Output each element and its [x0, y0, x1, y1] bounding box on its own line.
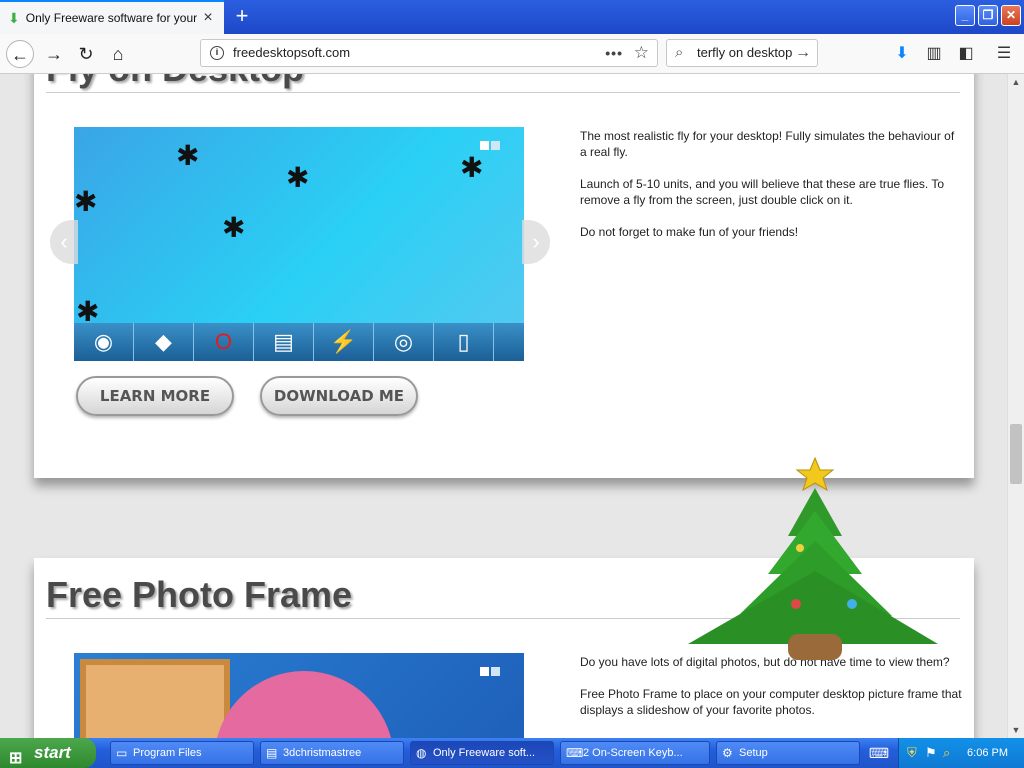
photo-frame-image — [214, 671, 394, 738]
keyboard-tray-icon[interactable]: ⌨ — [866, 738, 892, 768]
setup-icon: ⚙ — [722, 746, 733, 760]
system-tray: ⛨ ⚑ ⌕ 6:06 PM — [898, 738, 1024, 768]
security-shield-icon[interactable]: ⛨ — [907, 738, 917, 768]
reload-button[interactable]: ↻ — [72, 40, 100, 68]
taskbar-item-setup[interactable]: ⚙ Setup — [716, 741, 860, 765]
fly-icon: ✱ — [286, 162, 310, 193]
chrome-icon: ◎ — [374, 323, 434, 361]
url-bar[interactable]: i freedesktopsoft.com ••• ☆ — [200, 39, 658, 67]
fly-icon: ✱ — [74, 186, 98, 217]
tab-title: Only Freeware software for your — [25, 11, 198, 25]
search-tray-icon[interactable]: ⌕ — [943, 738, 950, 768]
batman-icon: ◆ — [134, 323, 194, 361]
taskbar-item-program-files[interactable]: ▭ Program Files — [110, 741, 254, 765]
close-tab-icon[interactable]: × — [200, 9, 216, 27]
network-icon[interactable]: ⚑ — [925, 738, 937, 768]
download-tab-icon: ⬇ — [8, 9, 20, 26]
search-icon: ⌕ — [675, 44, 684, 61]
opera-icon: O — [194, 323, 254, 361]
save-disk-icon: ▤ — [254, 323, 314, 361]
sidebar-icon[interactable]: ◧ — [954, 40, 978, 68]
maximize-button[interactable]: ❐ — [978, 5, 998, 26]
product-description: The most realistic fly for your desktop!… — [580, 128, 964, 256]
start-button[interactable]: ⊞ start — [0, 738, 96, 768]
browser-title-bar: ⬇ Only Freeware software for your × + _ … — [0, 0, 1024, 34]
demo-taskbar-icons: ◉ ◆ O ▤ ⚡ ◎ ▯ — [74, 323, 524, 361]
winamp-icon: ⚡ — [314, 323, 374, 361]
navigation-toolbar: ← → ↻ ⌂ i freedesktopsoft.com ••• ☆ ⌕ te… — [0, 34, 1024, 74]
info-icon[interactable]: i — [210, 46, 224, 60]
taskbar-item-3dchristmastree[interactable]: ▤ 3dchristmastree — [260, 741, 404, 765]
screenshot-slider[interactable] — [74, 653, 524, 738]
photo-frame-image — [80, 659, 230, 738]
new-tab-button[interactable]: + — [230, 4, 254, 30]
download-button[interactable]: DOWNLOAD ME — [260, 376, 418, 416]
keyboard-icon: ⌨ — [566, 746, 584, 760]
home-button[interactable]: ⌂ — [104, 40, 132, 68]
clock: 6:06 PM — [967, 747, 1008, 759]
fly-icon: ✱ — [460, 152, 484, 183]
product-card-fly: Fly on Desktop ✱ ✱ ✱ ✱ ✱ ✱ ◉ ◆ O ▤ ⚡ ◎ ▯… — [34, 74, 974, 478]
section-title: Free Photo Frame — [46, 574, 353, 615]
page-actions-icon[interactable]: ••• — [605, 40, 623, 66]
menu-icon[interactable]: ☰ — [992, 40, 1016, 68]
taskbar-item-label: Only Freeware soft... — [433, 747, 536, 759]
fly-icon: ✱ — [222, 212, 246, 243]
fly-icon: ✱ — [176, 140, 200, 171]
taskbar-item-label: 3dchristmastree — [283, 747, 362, 759]
minimize-button[interactable]: _ — [955, 5, 975, 26]
divider — [46, 92, 960, 93]
start-label: start — [34, 743, 71, 762]
close-window-button[interactable]: ✕ — [1001, 5, 1021, 26]
scroll-down-icon[interactable]: ▼ — [1008, 722, 1024, 738]
taskbar-item-browser[interactable]: ◍ Only Freeware soft... — [410, 741, 554, 765]
section-title: Fly on Desktop — [46, 74, 304, 90]
search-input[interactable]: terfly on desktop — [697, 45, 792, 60]
description-paragraph: Launch of 5-10 units, and you will belie… — [580, 177, 945, 207]
php-file-icon: ▯ — [434, 323, 494, 361]
screenshot-slider[interactable]: ✱ ✱ ✱ ✱ ✱ ✱ ◉ ◆ O ▤ ⚡ ◎ ▯ — [74, 127, 524, 361]
bookmark-star-icon[interactable]: ☆ — [634, 40, 649, 66]
archive-icon: ▤ — [266, 746, 278, 760]
folder-icon: ▭ — [116, 746, 128, 760]
windows-taskbar: ⊞ start ▭ Program Files ▤ 3dchristmastree ◍… — [0, 738, 1024, 768]
search-box[interactable]: ⌕ terfly on desktop → — [666, 39, 818, 67]
browser-tab[interactable]: ⬇ Only Freeware software for your × — [0, 0, 224, 34]
windows-flag-icon: ⊞ — [9, 750, 23, 767]
description-paragraph: The most realistic fly for your desktop!… — [580, 129, 955, 159]
taskbar-item-on-screen-keyboard[interactable]: ⌨ 2 On-Screen Keyb... — [560, 741, 710, 765]
description-paragraph: Free Photo Frame to place on your comput… — [580, 687, 962, 717]
description-paragraph: Do not forget to make fun of your friend… — [580, 225, 799, 239]
url-text: freedesktopsoft.com — [233, 45, 351, 60]
page-scrollbar[interactable]: ▲ ▼ — [1007, 74, 1024, 738]
downloads-icon[interactable]: ⬇ — [890, 40, 914, 68]
slider-next-arrow[interactable]: › — [522, 220, 550, 264]
slider-prev-arrow[interactable]: ‹ — [50, 220, 78, 264]
taskbar-item-label: Setup — [739, 747, 768, 759]
forward-button[interactable]: → — [40, 40, 68, 68]
taskbar-item-label: Program Files — [133, 747, 202, 759]
library-icon[interactable]: ▥ — [922, 40, 946, 68]
firefox-icon: ◍ — [416, 746, 427, 760]
scrollbar-thumb[interactable] — [1010, 424, 1022, 484]
back-button[interactable]: ← — [6, 40, 34, 68]
slider-dots[interactable] — [478, 663, 500, 681]
windows-orb-icon: ◉ — [74, 323, 134, 361]
learn-more-button[interactable]: LEARN MORE — [76, 376, 234, 416]
taskbar-item-label: 2 On-Screen Keyb... — [583, 747, 683, 759]
christmas-tree-image — [688, 456, 938, 660]
search-go-icon[interactable]: → — [792, 40, 811, 66]
scroll-up-icon[interactable]: ▲ — [1008, 74, 1024, 90]
